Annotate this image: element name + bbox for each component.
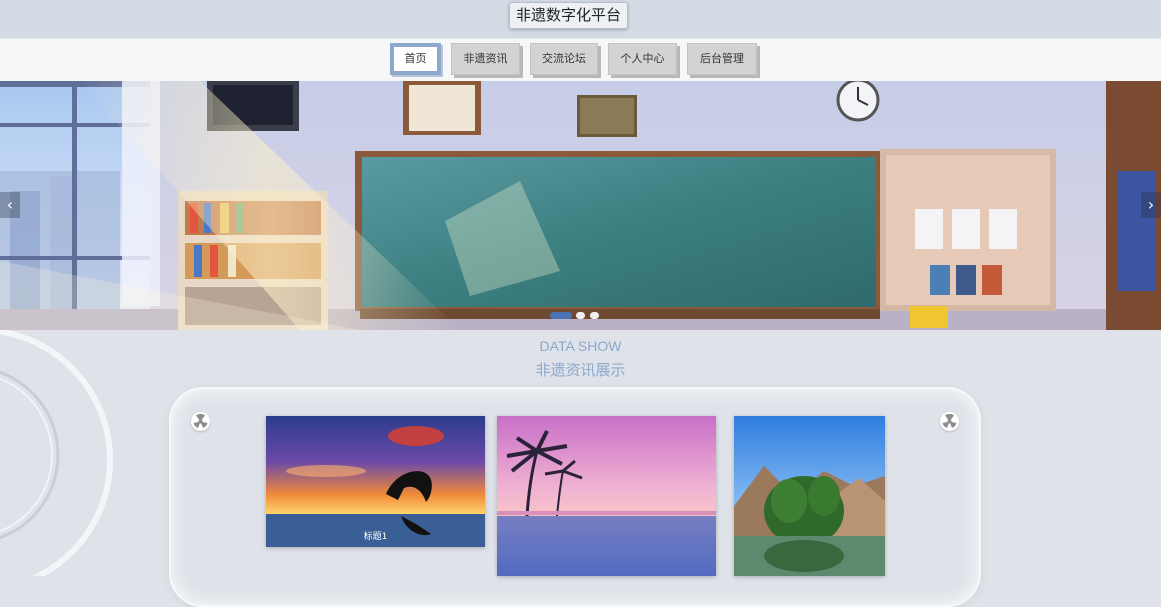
carousel-dot-2[interactable]	[576, 312, 585, 319]
news-card-1[interactable]: 标题1	[266, 416, 485, 547]
top-bar: 非遗数字化平台	[0, 0, 1161, 38]
main-nav: 首页 非遗资讯 交流论坛 个人中心 后台管理	[0, 38, 1161, 81]
nav-home[interactable]: 首页	[390, 43, 441, 75]
section-title-zh: 非遗资讯展示	[535, 361, 626, 379]
card-caption: 标题1	[363, 532, 388, 542]
card-image-palm-pool	[497, 416, 716, 576]
banner-carousel[interactable]: ‹ ›	[0, 81, 1161, 330]
nav-personal-center[interactable]: 个人中心	[608, 43, 677, 75]
carousel-dot-1[interactable]	[550, 312, 572, 319]
nav-forum[interactable]: 交流论坛	[530, 43, 598, 75]
nav-heritage-news[interactable]: 非遗资讯	[451, 43, 520, 75]
card-image-mountain-lake	[734, 416, 885, 576]
news-card-2[interactable]	[497, 416, 716, 576]
news-card-3[interactable]	[734, 416, 885, 576]
radiation-icon	[940, 412, 959, 431]
radiation-icon	[191, 412, 210, 431]
chevron-right-icon[interactable]: ›	[1141, 192, 1161, 218]
carousel-dot-3[interactable]	[590, 312, 599, 319]
card-image-dolphin-sunset	[266, 416, 485, 547]
site-title: 非遗数字化平台	[509, 2, 628, 29]
banner-image	[0, 81, 1161, 330]
chevron-left-icon[interactable]: ‹	[0, 192, 20, 218]
nav-admin[interactable]: 后台管理	[687, 43, 757, 75]
section-title-en: DATA SHOW	[539, 338, 622, 354]
